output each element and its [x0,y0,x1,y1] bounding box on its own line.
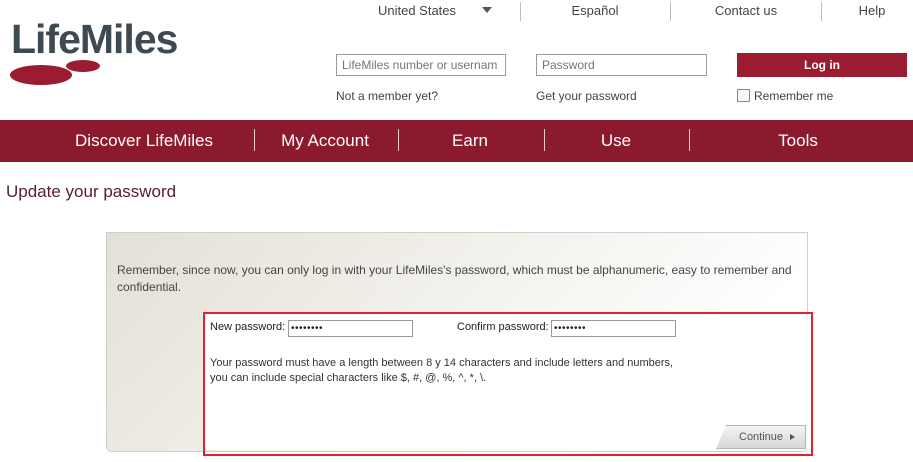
get-password-link[interactable]: Get your password [536,89,637,103]
divider [520,2,521,21]
nav-item-tools[interactable]: Tools [748,120,848,162]
page-title: Update your password [6,182,177,201]
help-link[interactable]: Help [852,3,892,18]
divider [821,2,822,21]
password-input[interactable] [536,54,707,76]
nav-item-discover[interactable]: Discover LifeMiles [44,120,244,162]
chevron-down-icon[interactable] [482,7,492,13]
login-button[interactable]: Log in [737,53,907,77]
language-link[interactable]: Español [560,3,630,18]
nav-divider [689,129,690,151]
highlight-box [203,312,813,456]
remember-me-checkbox[interactable] [737,89,750,102]
country-selector[interactable]: United States [372,3,462,18]
nav-item-use[interactable]: Use [566,120,666,162]
divider [670,2,671,21]
intro-text: Remember, since now, you can only log in… [117,263,792,294]
contact-link[interactable]: Contact us [708,3,784,18]
username-input[interactable] [336,54,506,76]
nav-divider [544,129,545,151]
logo-mark-icon [10,60,100,85]
main-nav: Discover LifeMiles My Account Earn Use T… [0,120,913,162]
remember-me-label[interactable]: Remember me [754,89,833,103]
nav-item-earn[interactable]: Earn [420,120,520,162]
nav-divider [398,129,399,151]
nav-item-my-account[interactable]: My Account [260,120,390,162]
not-member-link[interactable]: Not a member yet? [336,89,438,103]
nav-divider [254,129,255,151]
